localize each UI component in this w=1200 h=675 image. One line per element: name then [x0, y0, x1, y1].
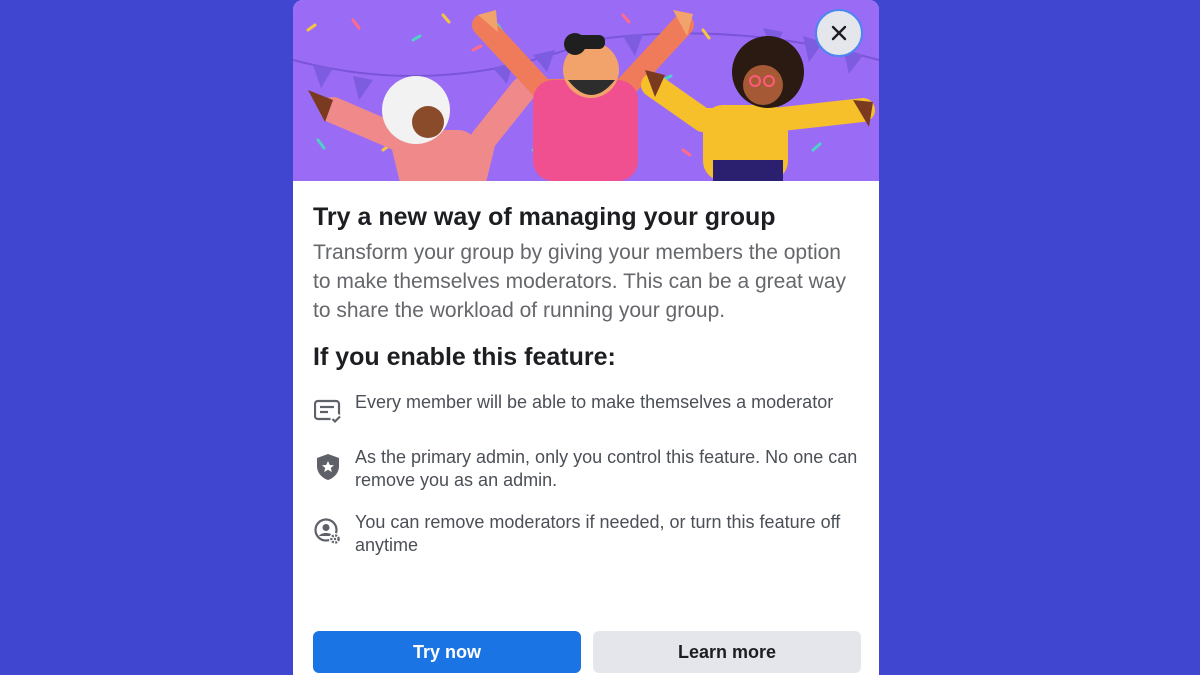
- feature-item: You can remove moderators if needed, or …: [313, 511, 863, 557]
- feature-text: Every member will be able to make themse…: [355, 392, 834, 412]
- button-row: Try now Learn more: [313, 631, 861, 675]
- feature-text: You can remove moderators if needed, or …: [355, 512, 841, 555]
- person-gear-icon: [313, 517, 343, 547]
- feature-item: As the primary admin, only you control t…: [313, 446, 863, 492]
- dialog-content: Try a new way of managing your group Tra…: [313, 181, 863, 576]
- celebration-illustration: [293, 0, 879, 181]
- close-button[interactable]: [815, 9, 863, 57]
- feature-heading: If you enable this feature:: [313, 343, 616, 371]
- feature-text: As the primary admin, only you control t…: [355, 447, 858, 490]
- dialog-title: Try a new way of managing your group: [313, 203, 776, 231]
- feature-list: Every member will be able to make themse…: [313, 391, 863, 557]
- feature-item: Every member will be able to make themse…: [313, 391, 863, 427]
- shield-star-icon: [313, 452, 343, 482]
- dialog-description: Transform your group by giving your memb…: [313, 241, 847, 322]
- close-icon: [831, 25, 847, 41]
- checklist-icon: [313, 397, 343, 427]
- learn-more-button[interactable]: Learn more: [593, 631, 861, 673]
- dialog: Try a new way of managing your group Tra…: [293, 0, 879, 675]
- try-now-button[interactable]: Try now: [313, 631, 581, 673]
